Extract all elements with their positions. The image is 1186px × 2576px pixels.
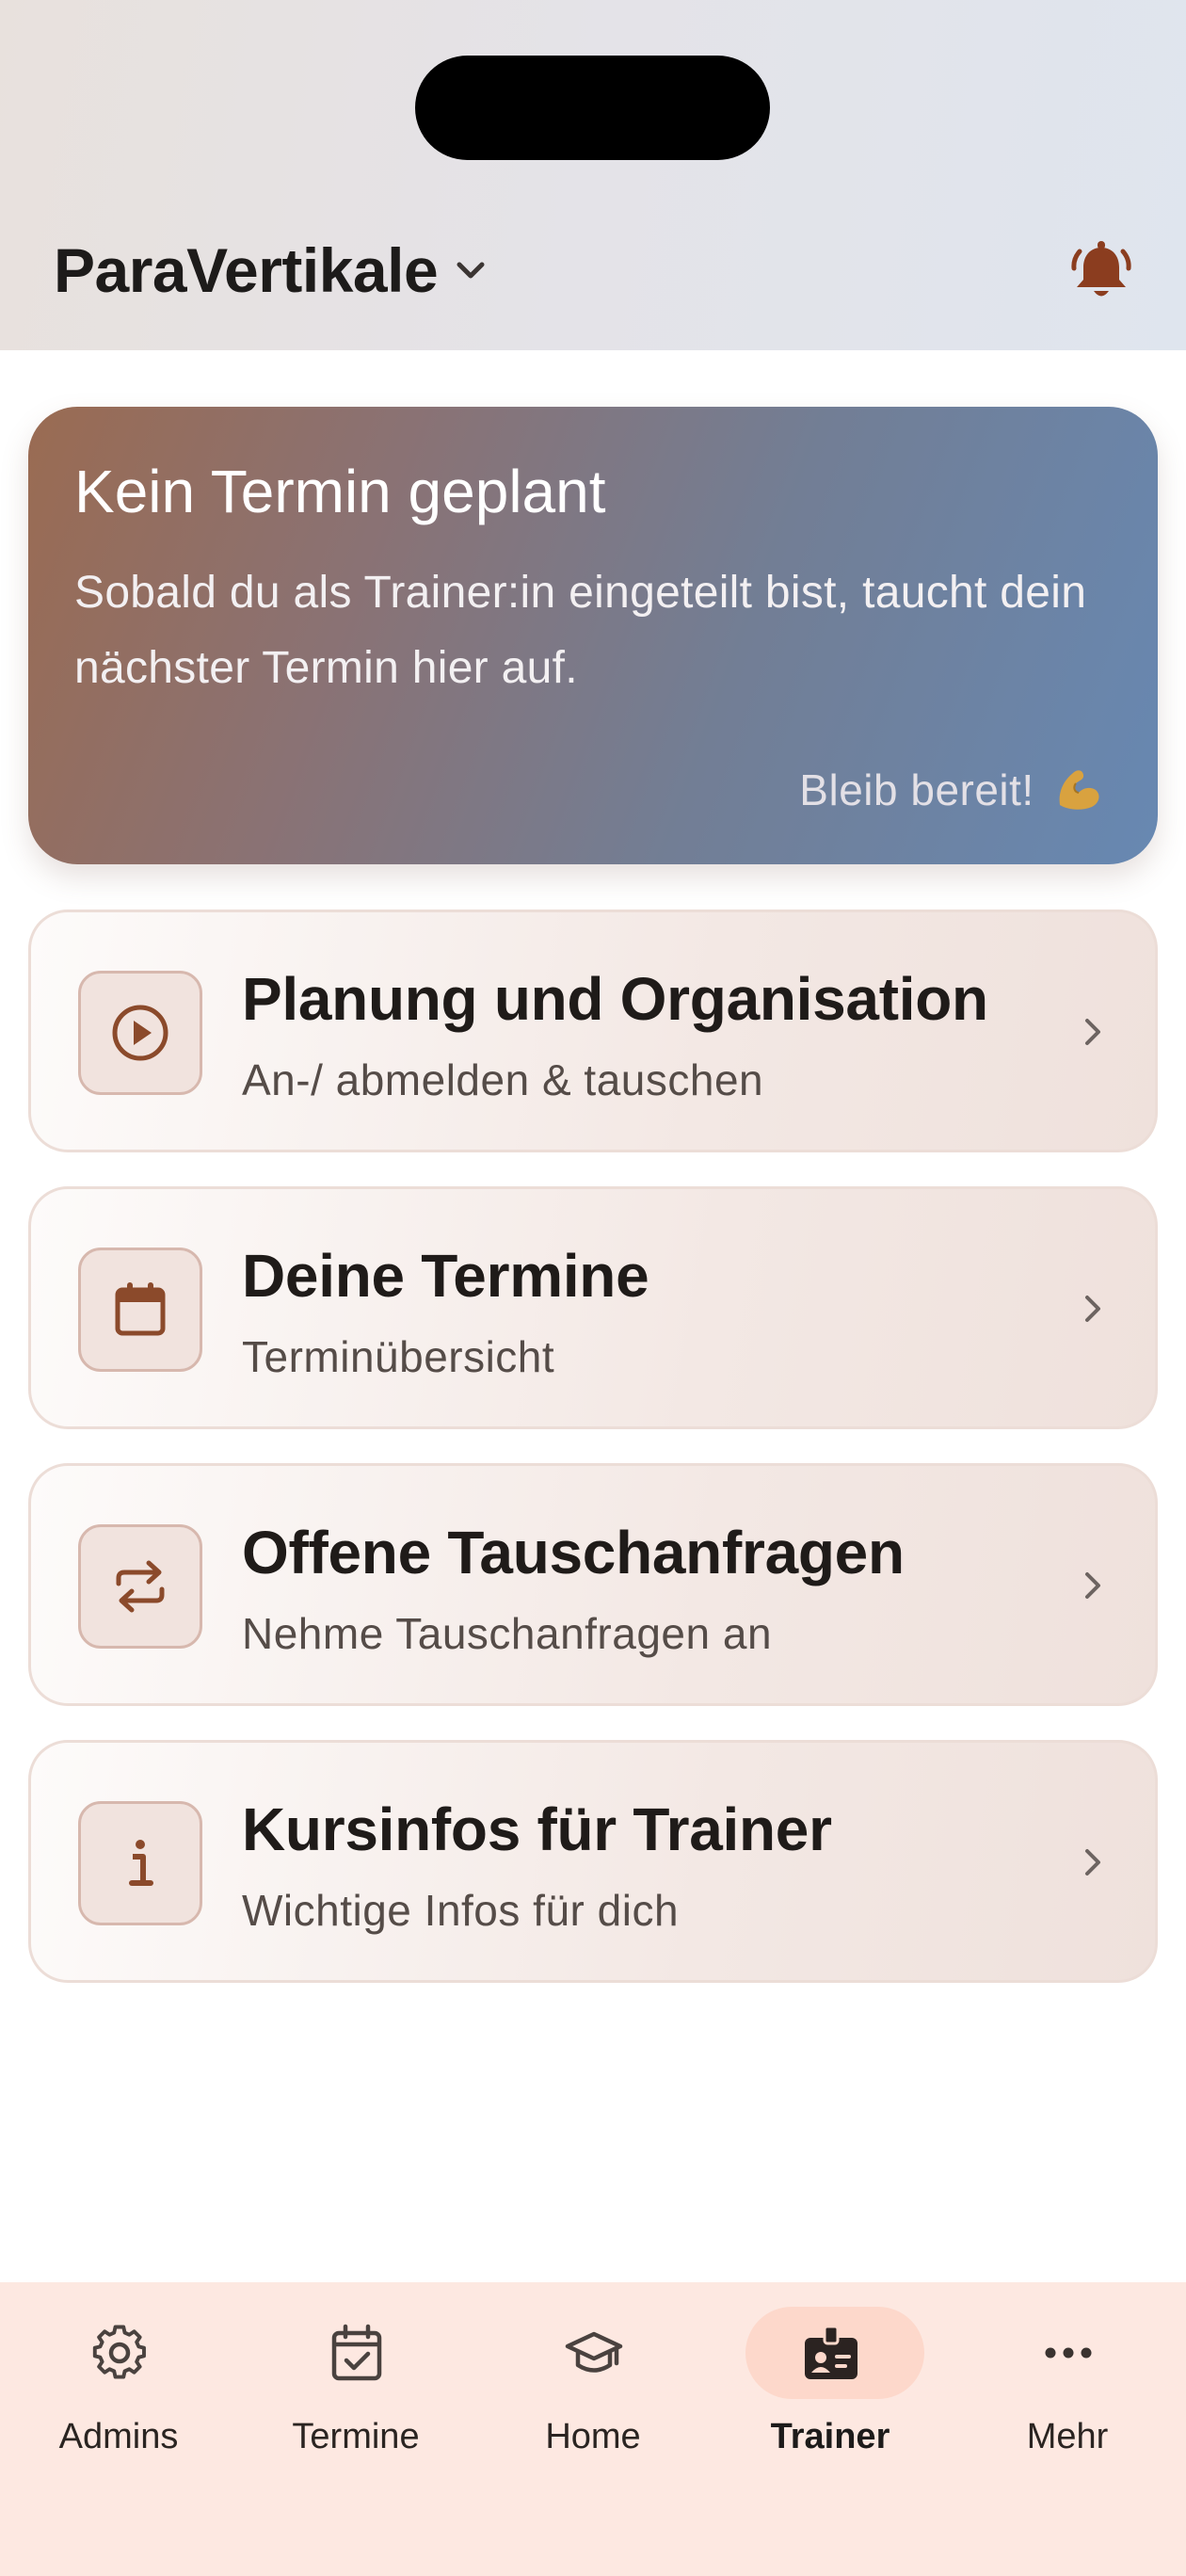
camera-notch <box>415 56 770 160</box>
card-swap-requests[interactable]: Offene Tauschanfragen Nehme Tauschanfrag… <box>28 1463 1158 1706</box>
chevron-right-icon <box>1085 1296 1100 1322</box>
chevron-down-icon[interactable] <box>452 254 489 288</box>
card-planning[interactable]: Planung und Organisation An-/ abmelden &… <box>28 910 1158 1152</box>
nav-label: Admins <box>58 2417 179 2456</box>
card-icon-box <box>78 971 202 1095</box>
card-subtitle: Terminübersicht <box>242 1332 555 1381</box>
nav-label: Home <box>545 2417 641 2456</box>
id-badge-icon <box>805 2325 857 2379</box>
swap-icon <box>116 1560 165 1613</box>
nav-item-trainer[interactable]: Trainer <box>712 2282 949 2576</box>
gear-icon <box>92 2325 146 2379</box>
card-subtitle: An-/ abmelden & tauschen <box>242 1055 764 1104</box>
hero-text: Sobald du als Trainer:in eingeteilt bist… <box>74 568 1087 693</box>
nav-label: Termine <box>292 2417 420 2456</box>
nav-label: Mehr <box>1026 2417 1109 2456</box>
card-subtitle: Wichtige Infos für dich <box>242 1886 680 1935</box>
card-my-appointments[interactable]: Deine Termine Terminübersicht <box>28 1186 1158 1429</box>
nav-item-admins[interactable]: Admins <box>0 2282 237 2576</box>
calendar-icon <box>115 1282 166 1336</box>
bottom-navigation: Admins Termine Home Trainer Mehr <box>0 2282 1186 2576</box>
card-icon-box <box>78 1248 202 1372</box>
chevron-right-icon <box>1085 1572 1100 1599</box>
card-title: Planung und Organisation <box>242 965 988 1033</box>
next-appointment-card: Kein Termin geplant Sobald du als Traine… <box>28 407 1158 864</box>
chevron-right-icon <box>1085 1849 1100 1876</box>
nav-item-termine[interactable]: Termine <box>237 2282 474 2576</box>
nav-item-home[interactable]: Home <box>474 2282 712 2576</box>
chevron-right-icon <box>1085 1019 1100 1045</box>
card-icon-box <box>78 1801 202 1925</box>
card-title: Kursinfos für Trainer <box>242 1795 832 1863</box>
hero-footer: Bleib bereit! <box>799 757 1103 823</box>
flexed-biceps-emoji <box>1059 770 1099 810</box>
card-icon-box <box>78 1524 202 1649</box>
play-circle-icon <box>112 1005 168 1061</box>
nav-label: Trainer <box>770 2417 890 2456</box>
card-title: Deine Termine <box>242 1242 649 1310</box>
card-course-info[interactable]: Kursinfos für Trainer Wichtige Infos für… <box>28 1740 1158 1983</box>
more-dots-icon <box>1045 2347 1092 2359</box>
info-icon <box>129 1840 153 1886</box>
bell-icon[interactable] <box>1069 238 1133 304</box>
nav-item-mehr[interactable]: Mehr <box>949 2282 1186 2576</box>
calendar-check-icon <box>331 2324 382 2381</box>
app-title[interactable]: ParaVertikale <box>54 233 439 308</box>
hero-footer-text: Bleib bereit! <box>799 765 1034 814</box>
card-subtitle: Nehme Tauschanfragen an <box>242 1609 773 1658</box>
hero-title: Kein Termin geplant <box>74 458 606 525</box>
app-header: ParaVertikale <box>0 0 1186 350</box>
card-title: Offene Tauschanfragen <box>242 1519 905 1586</box>
graduation-cap-icon <box>565 2331 623 2373</box>
